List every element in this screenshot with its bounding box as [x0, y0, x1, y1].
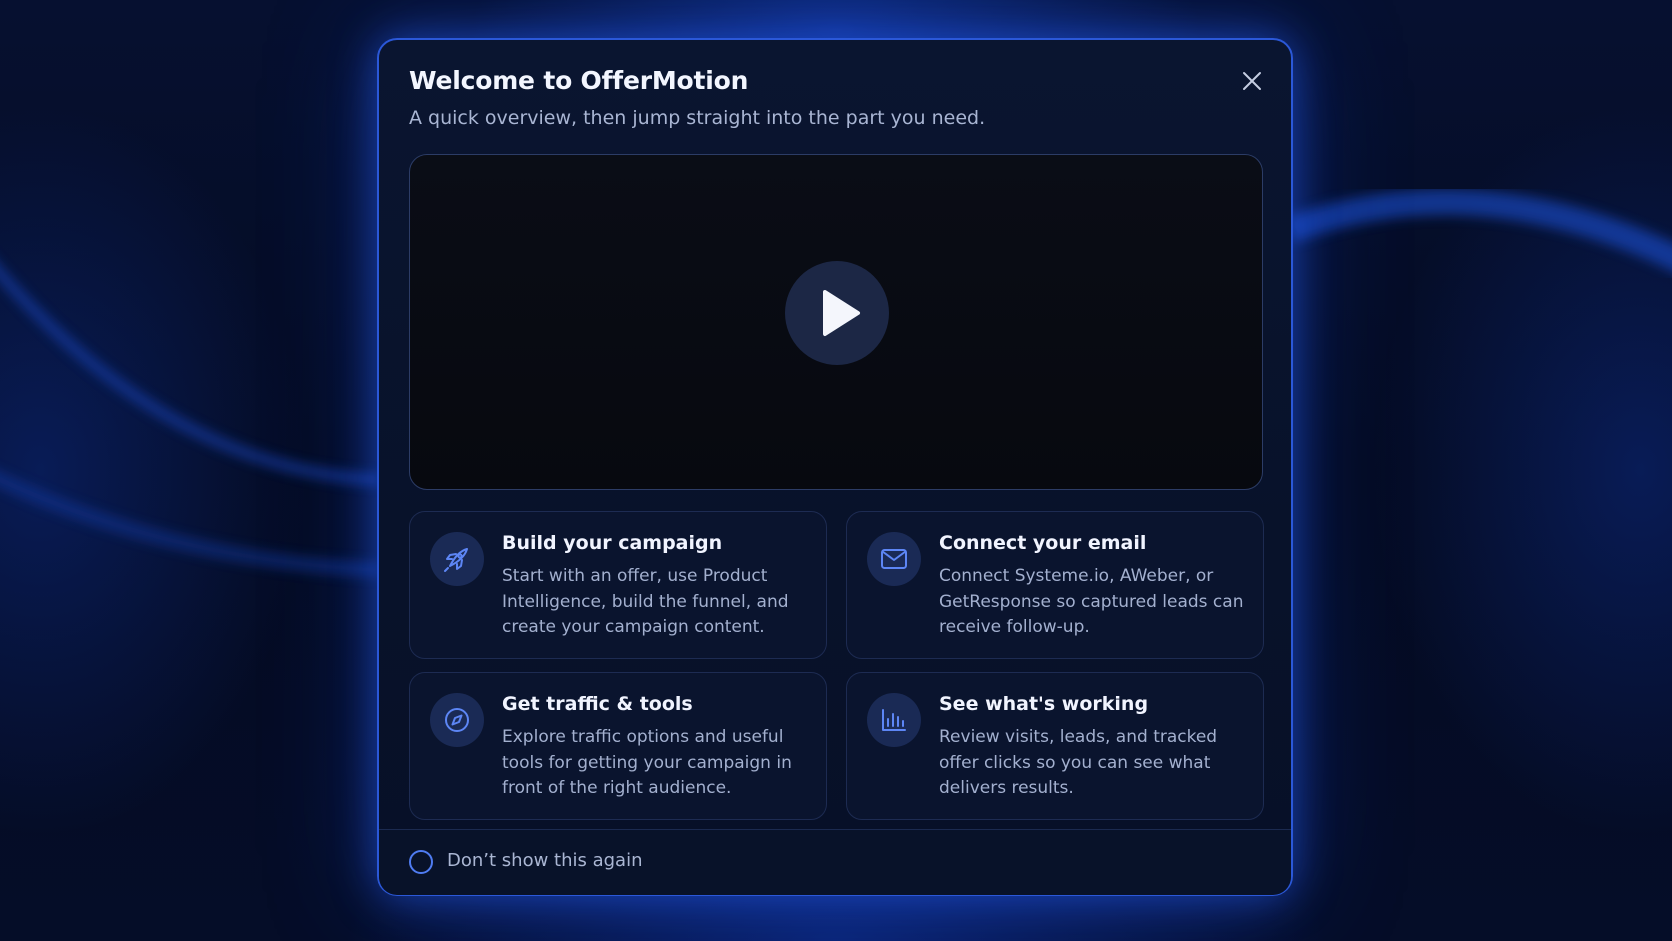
- card-build-campaign[interactable]: Build your campaign Start with an offer,…: [409, 511, 827, 659]
- rocket-icon: [444, 548, 468, 572]
- card-icon-wrap: [867, 532, 921, 586]
- card-icon-wrap: [430, 532, 484, 586]
- close-icon: [1243, 72, 1261, 90]
- welcome-modal: Welcome to OfferMotion A quick overview,…: [377, 38, 1293, 896]
- dont-show-again-checkbox[interactable]: [409, 850, 433, 874]
- card-see-results[interactable]: See what's working Review visits, leads,…: [846, 672, 1264, 820]
- compass-icon: [445, 708, 469, 732]
- card-icon-wrap: [430, 693, 484, 747]
- dont-show-again-label[interactable]: Don’t show this again: [447, 850, 643, 871]
- card-description: Connect Systeme.io, AWeber, or GetRespon…: [939, 566, 1244, 637]
- card-title: Connect your email: [939, 532, 1147, 554]
- modal-footer: Don’t show this again: [379, 829, 1291, 895]
- card-connect-email[interactable]: Connect your email Connect Systeme.io, A…: [846, 511, 1264, 659]
- card-description: Start with an offer, use Product Intelli…: [502, 566, 789, 637]
- card-title: Get traffic & tools: [502, 693, 693, 715]
- play-button[interactable]: [785, 261, 889, 365]
- card-description: Review visits, leads, and tracked offer …: [939, 727, 1218, 798]
- card-icon-wrap: [867, 693, 921, 747]
- mail-icon: [881, 549, 907, 569]
- card-description: Explore traffic options and useful tools…: [502, 727, 792, 798]
- card-traffic-tools[interactable]: Get traffic & tools Explore traffic opti…: [409, 672, 827, 820]
- card-title: Build your campaign: [502, 532, 723, 554]
- close-button[interactable]: [1237, 66, 1267, 96]
- intro-video-player[interactable]: [409, 154, 1263, 490]
- modal-title: Welcome to OfferMotion: [409, 66, 749, 95]
- play-icon: [823, 290, 860, 336]
- modal-subtitle: A quick overview, then jump straight int…: [409, 107, 986, 129]
- bar-chart-icon: [882, 709, 906, 731]
- card-title: See what's working: [939, 693, 1149, 715]
